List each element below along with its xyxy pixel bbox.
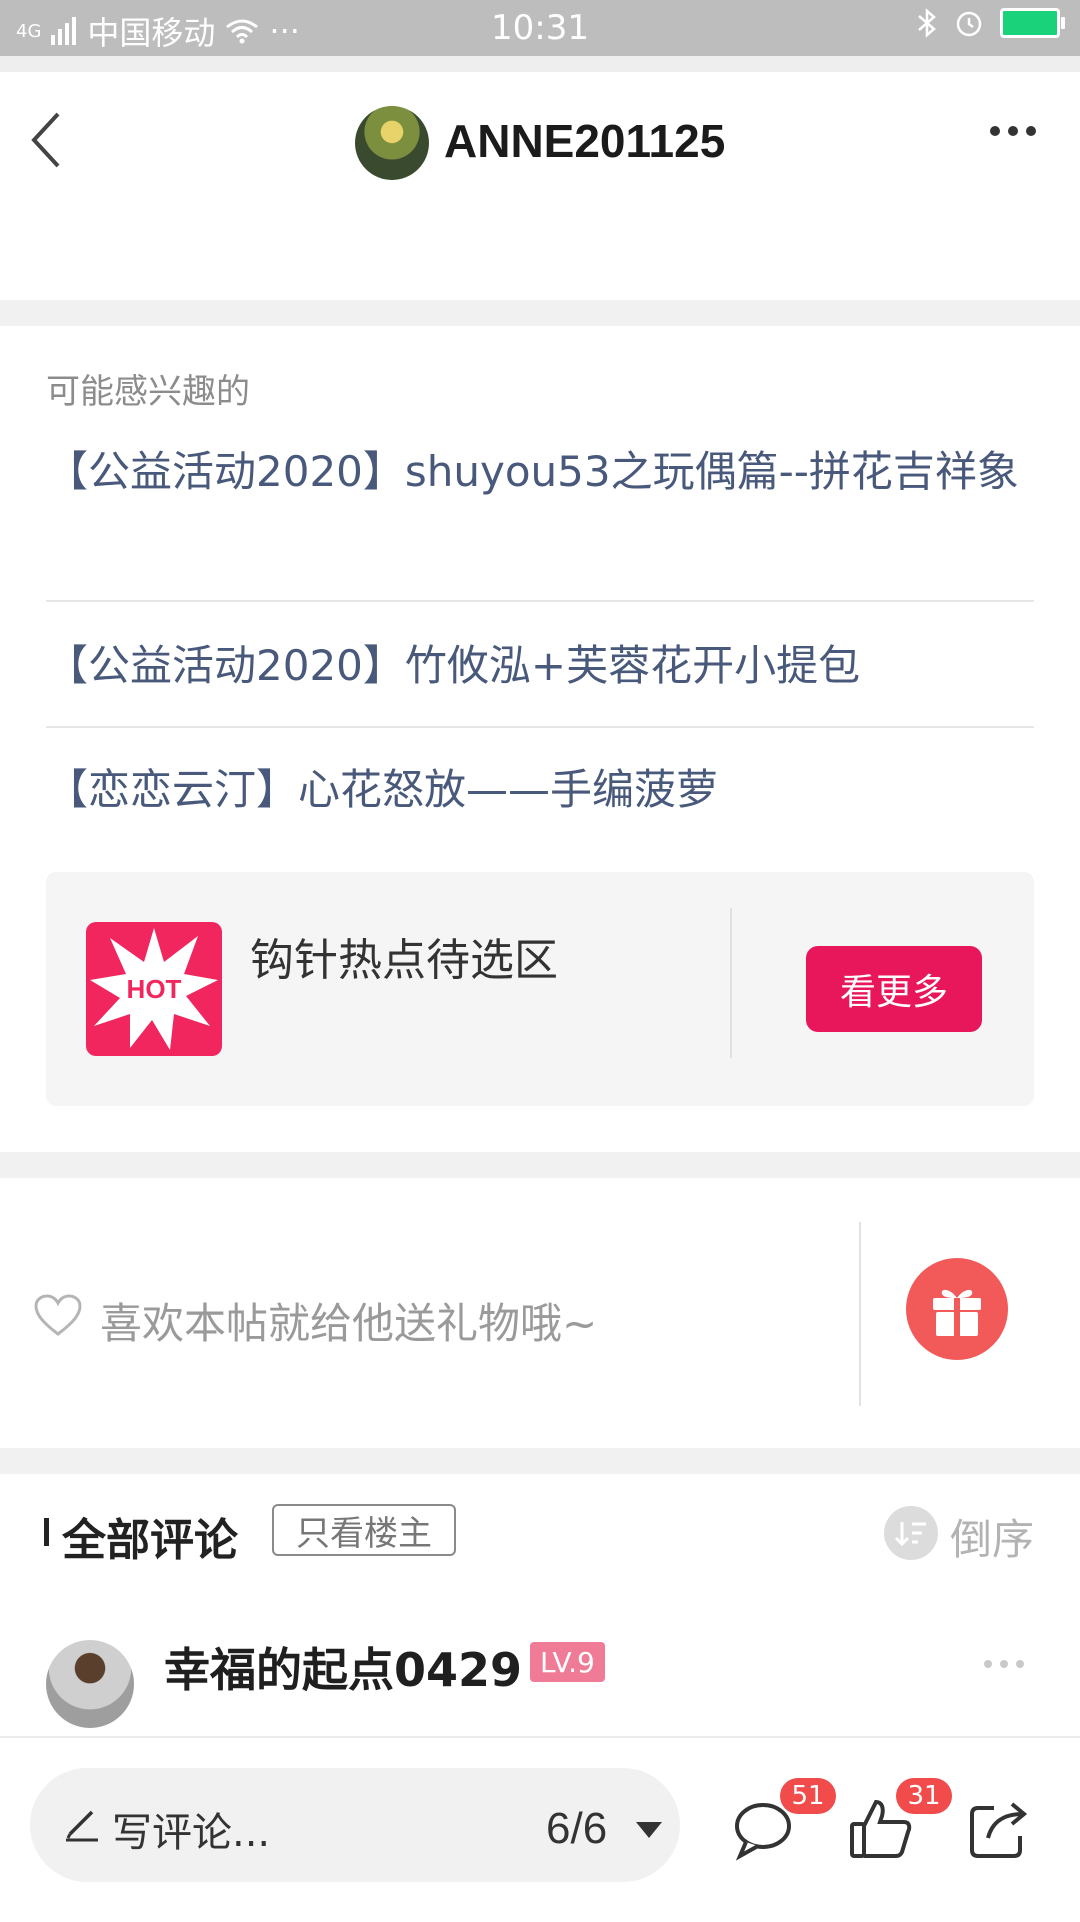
section-divider: [0, 1448, 1080, 1474]
section-divider: [0, 1152, 1080, 1178]
top-spacer: [0, 56, 1080, 72]
interest-link-2[interactable]: 【公益活动2020】竹攸泓+芙蓉花开小提包: [46, 634, 1026, 698]
chevron-down-icon[interactable]: [636, 1822, 662, 1838]
hot-icon-label: HOT: [127, 974, 182, 1004]
vertical-divider: [859, 1222, 861, 1406]
comments-title: 全部评论: [62, 1515, 238, 1566]
heart-icon[interactable]: [34, 1294, 82, 1338]
status-bar: 4G 中国移动 ··· 10:31: [0, 0, 1080, 56]
author-only-filter[interactable]: 只看楼主: [272, 1504, 456, 1556]
title-accent-bar: [44, 1518, 49, 1546]
author-name[interactable]: ANNE201125: [444, 114, 725, 168]
alarm-icon: [956, 11, 982, 37]
gift-button[interactable]: [906, 1258, 1008, 1360]
interest-title: 可能感兴趣的: [46, 372, 250, 412]
commenter-name[interactable]: 幸福的起点0429: [164, 1634, 522, 1700]
comment-more-icon[interactable]: [984, 1660, 1024, 1668]
back-icon[interactable]: [28, 110, 68, 170]
gift-prompt: 喜欢本帖就给他送礼物哦~: [100, 1299, 598, 1348]
gift-icon: [933, 1289, 981, 1336]
starburst-icon: HOT: [90, 928, 218, 1050]
commenter-avatar[interactable]: [46, 1640, 134, 1728]
page-indicator[interactable]: 6/6: [546, 1804, 607, 1854]
hot-title: 钩针热点待选区: [250, 935, 558, 986]
comment-count-badge: 51: [780, 1778, 836, 1814]
see-more-button[interactable]: 看更多: [806, 946, 982, 1032]
post-header: [0, 72, 1080, 300]
vertical-divider: [730, 908, 732, 1058]
share-icon[interactable]: [964, 1794, 1034, 1864]
section-divider: [0, 300, 1080, 326]
divider: [46, 600, 1034, 602]
more-options-icon[interactable]: [990, 126, 1036, 136]
battery-icon: [1000, 8, 1065, 38]
like-count-badge: 31: [896, 1778, 952, 1814]
author-avatar[interactable]: [355, 106, 429, 180]
bluetooth-icon: [918, 8, 936, 38]
sort-icon[interactable]: [884, 1506, 938, 1560]
hot-icon: HOT: [86, 922, 222, 1056]
write-comment-placeholder: 写评论...: [112, 1810, 271, 1856]
pencil-icon: [66, 1810, 98, 1842]
status-right: [916, 8, 1065, 38]
interest-link-1[interactable]: 【公益活动2020】shuyou53之玩偶篇--拼花吉祥象: [46, 440, 1026, 504]
interest-link-3[interactable]: 【恋恋云汀】心花怒放——手编菠萝: [46, 758, 1026, 822]
divider: [46, 726, 1034, 728]
sort-label[interactable]: 倒序: [950, 1506, 1034, 1567]
level-badge: LV.9: [530, 1642, 605, 1682]
